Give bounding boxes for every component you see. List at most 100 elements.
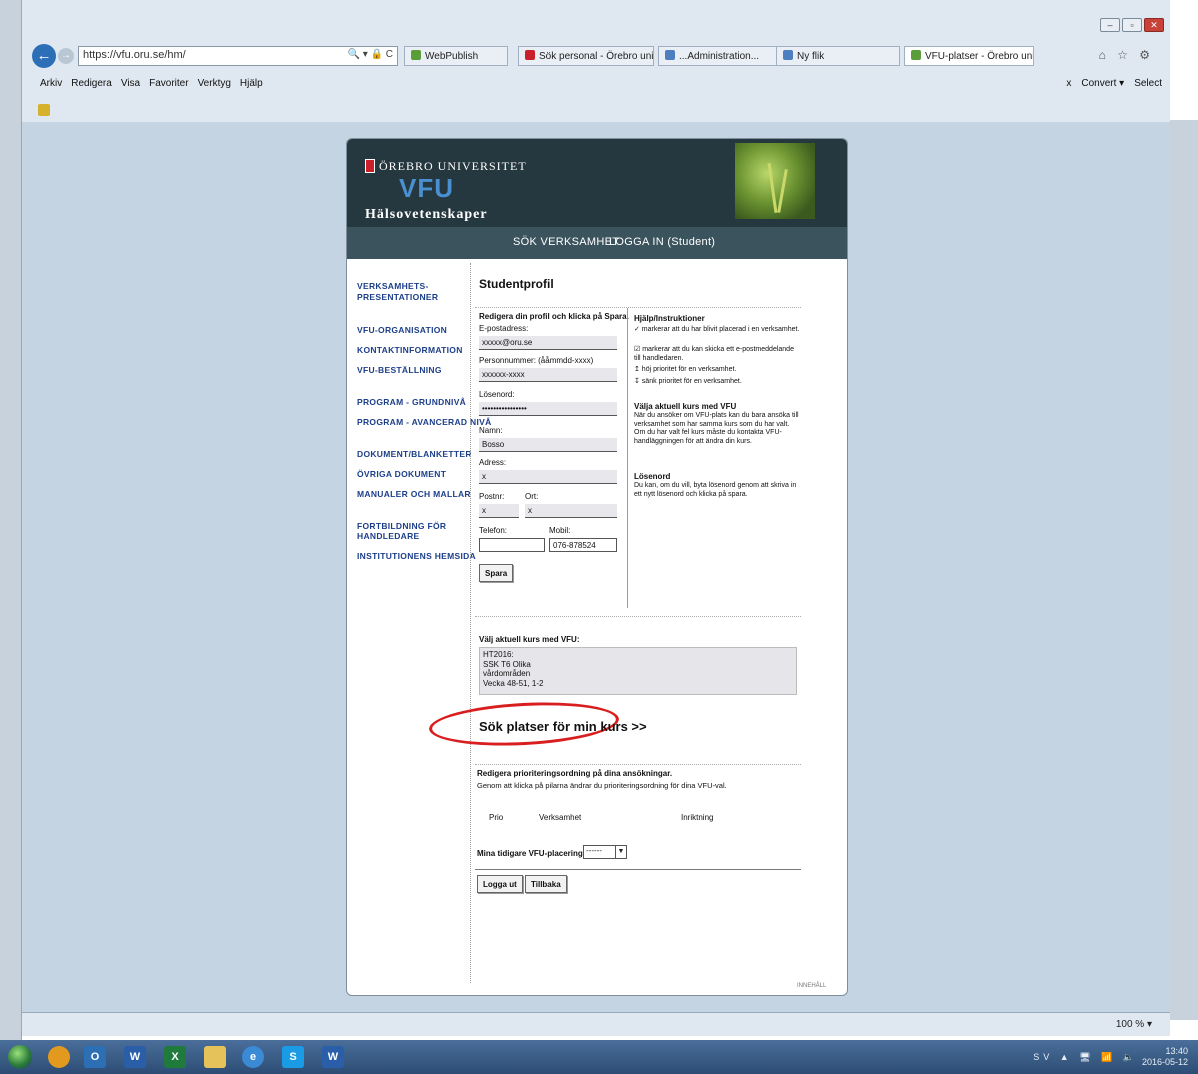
logout-button[interactable]: Logga ut — [477, 875, 523, 893]
chevron-down-icon[interactable]: ▼ — [615, 846, 626, 858]
menu-verktyg[interactable]: Verktyg — [198, 78, 231, 89]
sidenav-fortbildning[interactable]: FORTBILDNING FÖR — [357, 521, 446, 531]
zoom-control[interactable]: 100 % ▾ — [1116, 1019, 1152, 1030]
section-rule — [475, 869, 801, 870]
tab-favicon-icon — [411, 50, 421, 60]
site-nav: SÖK VERKSAMHET LOGGA IN (Student) — [347, 227, 847, 259]
sidenav-presentationer[interactable]: PRESENTATIONER — [357, 292, 438, 302]
sidenav-verksamhets[interactable]: VERKSAMHETS- — [357, 281, 429, 291]
page-title: Studentprofil — [479, 277, 554, 291]
back-arrow-icon[interactable]: ← — [32, 44, 56, 68]
forward-arrow-icon[interactable]: → — [58, 48, 74, 64]
home-favorites-settings-icons[interactable]: ⌂ ☆ ⚙ — [1099, 48, 1154, 62]
sidenav-vfu-bestallning[interactable]: VFU-BESTÄLLNING — [357, 365, 442, 375]
menu-visa[interactable]: Visa — [121, 78, 140, 89]
address-controls[interactable]: 🔍 ▾ 🔒 C — [348, 49, 393, 60]
course-line[interactable]: Vecka 48-51, 1-2 — [483, 679, 793, 689]
course-line[interactable]: vårdområden — [483, 669, 793, 679]
tab-webpublish[interactable]: WebPublish — [404, 46, 508, 66]
password-field[interactable]: •••••••••••••••• — [479, 402, 617, 416]
clock[interactable]: 13:40 2016-05-12 — [1142, 1046, 1188, 1068]
university-name: ÖREBRO UNIVERSITET — [379, 159, 527, 173]
toolbar-close-icon[interactable]: x — [1066, 78, 1071, 89]
priority-section: Redigera prioriteringsordning på dina an… — [475, 769, 801, 893]
close-window-button[interactable]: ✕ — [1144, 18, 1164, 32]
mobile-field[interactable]: 076-878524 — [549, 538, 617, 552]
menu-redigera[interactable]: Redigera — [71, 78, 112, 89]
sidenav-program-avancerad[interactable]: PROGRAM - AVANCERAD NIVÅ — [357, 417, 492, 427]
start-button-icon[interactable] — [8, 1045, 32, 1069]
help-panel: Hjälp/Instruktioner ✓ markerar att du ha… — [627, 308, 801, 608]
sidenav-handledare[interactable]: HANDLEDARE — [357, 531, 420, 541]
menu-hjalp[interactable]: Hjälp — [240, 78, 263, 89]
main-content: Studentprofil Redigera din profil och kl… — [428, 263, 845, 993]
tab-favicon-icon — [783, 50, 793, 60]
menu-arkiv[interactable]: Arkiv — [40, 78, 62, 89]
previous-placements-select[interactable]: ------ ▼ — [583, 845, 627, 859]
pnr-field[interactable]: xxxxxx-xxxx — [479, 368, 617, 382]
previous-placements-value: ------ — [586, 846, 602, 855]
select-button[interactable]: Select — [1134, 78, 1162, 89]
menu-favoriter[interactable]: Favoriter — [149, 78, 188, 89]
email-field[interactable]: xxxxx@oru.se — [479, 336, 617, 350]
media-player-icon[interactable] — [48, 1046, 70, 1068]
convert-button[interactable]: Convert ▾ — [1081, 78, 1124, 89]
tray-language[interactable]: SV — [1033, 1052, 1053, 1062]
tray-icons[interactable]: SV ▲ 🖥 📶 🔈 — [1033, 1052, 1138, 1063]
city-field[interactable]: x — [525, 504, 617, 518]
name-field[interactable]: Bosso — [479, 438, 617, 452]
address-bar[interactable]: https://vfu.oru.se/hm/ 🔍 ▾ 🔒 C — [78, 46, 398, 66]
col-inriktning-header: Inriktning — [681, 813, 714, 822]
pnr-label: Personnummer: (ååmmdd-xxxx) — [479, 356, 594, 365]
tab-ny-flik[interactable]: Ny flik — [776, 46, 900, 66]
outlook-icon[interactable]: O — [84, 1046, 106, 1068]
zip-field[interactable]: x — [479, 504, 519, 518]
browser-chrome: – ▫ ✕ ← → https://vfu.oru.se/hm/ 🔍 ▾ 🔒 C… — [22, 0, 1170, 122]
password-label: Lösenord: — [479, 390, 515, 399]
vfu-site: ÖREBRO UNIVERSITET VFU Hälsovetenskaper … — [346, 138, 848, 996]
course-select-list[interactable]: HT2016: SSK T6 Olika vårdområden Vecka 4… — [479, 647, 797, 695]
word-icon[interactable]: W — [124, 1046, 146, 1068]
folder-icon[interactable] — [204, 1046, 226, 1068]
search-course-places-link[interactable]: Sök platser för min kurs >> — [479, 719, 647, 734]
course-line[interactable]: HT2016: — [483, 650, 793, 660]
sidenav-ovriga-dokument[interactable]: ÖVRIGA DOKUMENT — [357, 469, 446, 479]
sidenav-program-grundniva[interactable]: PROGRAM - GRUNDNIVÅ — [357, 397, 466, 407]
taskbar: O W X e S W SV ▲ 🖥 📶 🔈 13:40 2016-05-12 — [0, 1040, 1198, 1074]
tab-sok-personal[interactable]: Sök personal - Örebro universi... — [518, 46, 654, 66]
minimize-button[interactable]: – — [1100, 18, 1120, 32]
tray-status-icons[interactable]: ▲ 🖥 📶 🔈 — [1060, 1052, 1138, 1062]
internet-explorer-icon[interactable]: e — [242, 1046, 264, 1068]
status-bar: 100 % ▾ — [22, 1012, 1170, 1036]
site-title[interactable]: VFU — [399, 173, 454, 204]
word-icon-2[interactable]: W — [322, 1046, 344, 1068]
maximize-button[interactable]: ▫ — [1122, 18, 1142, 32]
previous-placements-label: Mina tidigare VFU-placeringar — [477, 849, 591, 858]
phone-field[interactable] — [479, 538, 545, 552]
excel-icon[interactable]: X — [164, 1046, 186, 1068]
nav-logga-in[interactable]: LOGGA IN (Student) — [609, 236, 715, 248]
footer-innehall[interactable]: INNEHÅLL — [797, 983, 826, 989]
course-line[interactable]: SSK T6 Olika — [483, 660, 793, 670]
tab-favicon-icon — [665, 50, 675, 60]
sidenav-dokument-blanketter[interactable]: DOKUMENT/BLANKETTER — [357, 449, 472, 459]
university-logo-icon — [365, 159, 375, 173]
mobile-label: Mobil: — [549, 526, 571, 535]
col-prio-header: Prio — [489, 813, 504, 822]
help-email: ☑ markerar att du kan skicka ett e-postm… — [634, 346, 794, 362]
tab-administration[interactable]: ...Administration... — [658, 46, 792, 66]
favorites-star-icon[interactable] — [38, 104, 50, 116]
skype-icon[interactable]: S — [282, 1046, 304, 1068]
address-field[interactable]: x — [479, 470, 617, 484]
sidenav-manualer[interactable]: MANUALER OCH MALLAR — [357, 489, 471, 499]
help-lower: ↧ sänk prioritet för en verksamhet. — [634, 378, 742, 385]
save-button[interactable]: Spara — [479, 564, 514, 582]
nav-sok-verksamhet[interactable]: SÖK VERKSAMHET — [513, 236, 619, 248]
sidenav-institutionens-hemsida[interactable]: INSTITUTIONENS HEMSIDA — [357, 551, 476, 561]
desktop-right-strip — [1170, 120, 1198, 1020]
sidenav-vfu-organisation[interactable]: VFU-ORGANISATION — [357, 325, 447, 335]
back-button[interactable]: Tillbaka — [525, 875, 567, 893]
sidenav-kontaktinformation[interactable]: KONTAKTINFORMATION — [357, 345, 463, 355]
help-title: Hjälp/Instruktioner — [634, 314, 705, 323]
tab-vfu-platser[interactable]: VFU-platser - Örebro univer... x — [904, 46, 1034, 66]
